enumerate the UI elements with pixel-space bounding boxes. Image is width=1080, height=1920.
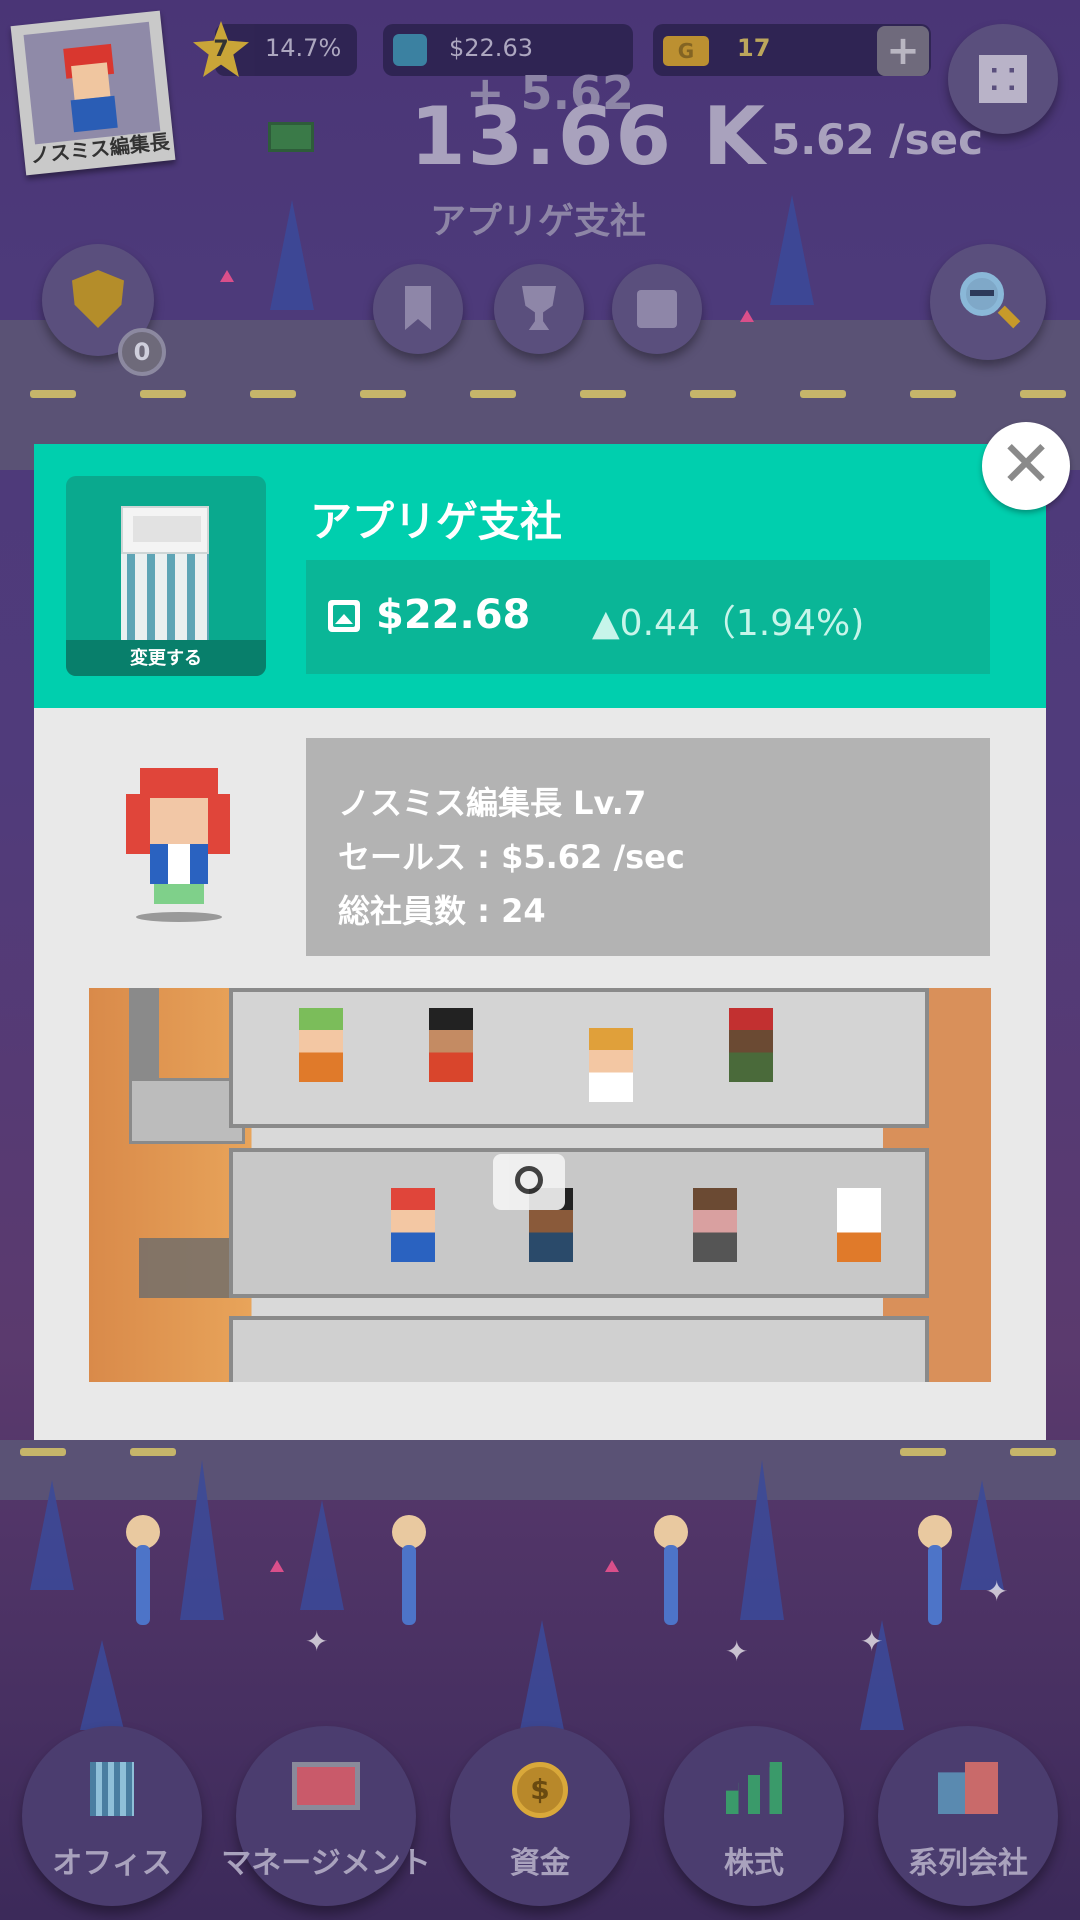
employee-sprite <box>299 1008 343 1082</box>
tree <box>960 1480 1004 1590</box>
pink-shard <box>220 270 234 282</box>
stock-image-icon <box>328 600 360 632</box>
nav-funds-label: 資金 <box>510 1846 570 1881</box>
tree <box>30 1480 74 1590</box>
level-progress-text: 14.7% <box>265 34 342 62</box>
nav-office-label: オフィス <box>52 1846 172 1881</box>
chart-icon <box>726 1762 782 1814</box>
street-lamp-post <box>402 1545 416 1625</box>
stock-price-text: $22.63 <box>449 34 533 62</box>
office-floor <box>229 1316 929 1382</box>
shield-badge-count: 0 <box>118 328 166 376</box>
ceo-level-text: ノスミス編集長 Lv.7 <box>338 784 647 822</box>
coin-icon: $ <box>512 1762 568 1818</box>
trophy-icon <box>522 286 556 330</box>
pink-shard <box>270 1560 284 1572</box>
stock-chart-icon <box>393 34 427 66</box>
close-icon: ✕ <box>999 428 1053 502</box>
office-screenshot-preview[interactable] <box>89 988 991 1382</box>
staff-count-text: 総社員数 : 24 <box>338 892 546 930</box>
gold-bar-icon: G <box>663 36 709 66</box>
add-gold-button[interactable]: + <box>877 26 929 76</box>
street-lamp <box>654 1515 688 1549</box>
folder-button[interactable] <box>612 264 702 354</box>
street-lamp-post <box>928 1545 942 1625</box>
pink-shard <box>605 1560 619 1572</box>
close-dialog-button[interactable]: ✕ <box>982 422 1070 510</box>
sales-text: セールス : $5.62 /sec <box>338 838 685 876</box>
road-bottom <box>0 1440 1080 1500</box>
street-lamp-post <box>136 1545 150 1625</box>
sparkle-icon: ✦ <box>305 1625 329 1658</box>
camera-icon[interactable] <box>493 1154 565 1210</box>
tree <box>520 1620 564 1730</box>
nav-affiliates-button[interactable]: 系列会社 <box>878 1726 1058 1906</box>
office-floor <box>229 1148 929 1298</box>
stock-price-bar: $22.68 ▲0.44（1.94%) <box>306 560 990 674</box>
gold-count: 17 <box>737 34 771 62</box>
zoom-out-button[interactable] <box>930 244 1046 360</box>
shield-icon <box>72 270 124 328</box>
sparkle-icon: ✦ <box>725 1635 749 1668</box>
street-lamp-post <box>664 1545 678 1625</box>
buildings-icon <box>938 1762 998 1814</box>
profile-avatar <box>23 21 161 145</box>
nav-management-label: マネージメント <box>221 1846 431 1881</box>
employee-sprite <box>429 1008 473 1082</box>
stock-price-value: $22.68 <box>376 592 531 638</box>
stock-price-change: ▲0.44（1.94%) <box>592 603 865 644</box>
ceo-character <box>106 754 256 924</box>
tree <box>770 195 814 305</box>
trophy-button[interactable] <box>494 264 584 354</box>
branch-stats-panel: ノスミス編集長 Lv.7 セールス : $5.62 /sec 総社員数 : 24 <box>306 738 990 956</box>
pink-shard <box>740 310 754 322</box>
nav-office-button[interactable]: オフィス <box>22 1726 202 1906</box>
nav-affiliates-label: 系列会社 <box>908 1846 1028 1881</box>
employee-sprite <box>391 1188 435 1262</box>
sparkle-icon: ✦ <box>985 1575 1009 1608</box>
tree <box>180 1460 224 1620</box>
nav-funds-button[interactable]: $ 資金 <box>450 1726 630 1906</box>
profile-card[interactable]: ノスミス編集長 <box>10 10 176 176</box>
folder-icon <box>637 290 677 328</box>
bookmark-button[interactable] <box>373 264 463 354</box>
money-total: 13.66 K <box>410 90 767 183</box>
change-building-label: 変更する <box>66 640 266 676</box>
tree <box>80 1640 124 1730</box>
cash-icon <box>268 122 314 152</box>
dialog-title: アプリゲ支社 <box>310 497 563 546</box>
branch-detail-dialog: 変更する アプリゲ支社 $22.68 ▲0.44（1.94%) ノスミス編集長 … <box>34 444 1046 1440</box>
branch-name-header: アプリゲ支社 <box>430 201 647 242</box>
employee-sprite <box>589 1028 633 1102</box>
building-icon <box>121 506 209 644</box>
nav-stock-button[interactable]: 株式 <box>664 1726 844 1906</box>
dialog-header: 変更する アプリゲ支社 $22.68 ▲0.44（1.94%) <box>34 444 1046 708</box>
money-per-sec: 5.62 /sec <box>771 115 983 164</box>
employee-sprite <box>729 1008 773 1082</box>
sparkle-icon: ✦ <box>860 1625 884 1658</box>
tree <box>270 200 314 310</box>
monitor-icon <box>292 1762 360 1810</box>
nav-management-button[interactable]: マネージメント <box>221 1726 431 1906</box>
change-building-button[interactable]: 変更する <box>66 476 266 676</box>
street-lamp <box>392 1515 426 1549</box>
tree <box>300 1500 344 1610</box>
street-lamp <box>126 1515 160 1549</box>
tree <box>740 1460 784 1620</box>
nav-stock-label: 株式 <box>724 1846 784 1881</box>
employee-sprite <box>837 1188 881 1262</box>
street-lamp <box>918 1515 952 1549</box>
bookmark-icon <box>405 286 431 330</box>
grid-icon <box>979 55 1027 103</box>
employee-sprite <box>693 1188 737 1262</box>
office-icon <box>90 1762 134 1816</box>
